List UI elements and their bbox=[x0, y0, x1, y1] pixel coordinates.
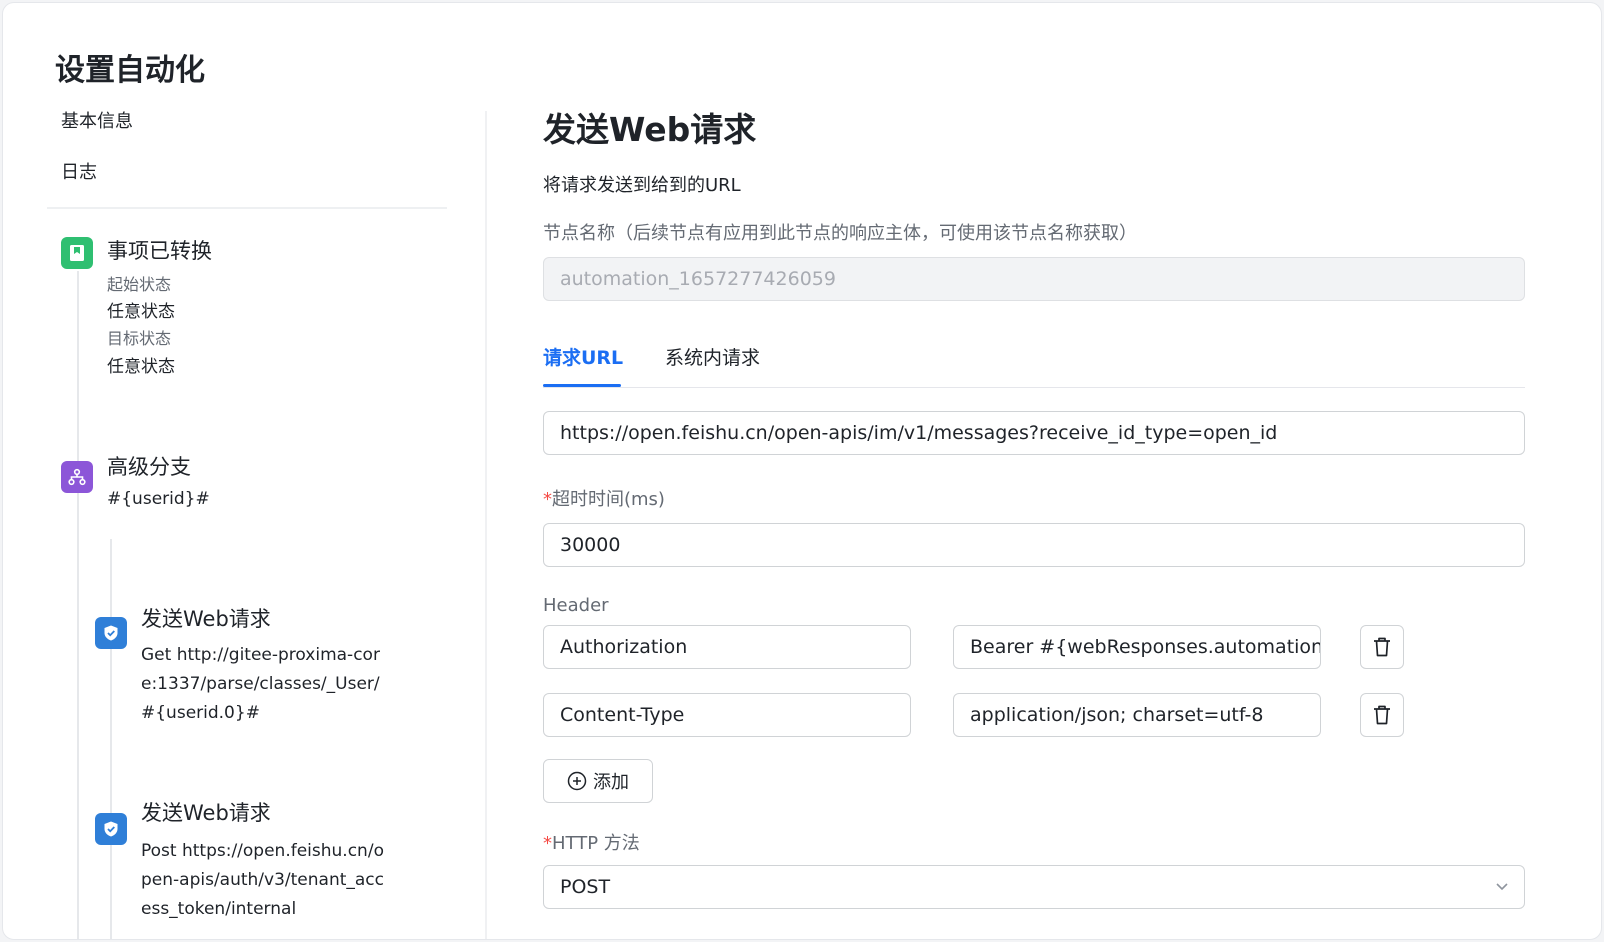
page-title: 设置自动化 bbox=[55, 53, 205, 88]
header-value-input[interactable]: application/json; charset=utf-8 bbox=[953, 693, 1321, 737]
delete-header-button[interactable] bbox=[1360, 625, 1404, 669]
branch-expression: #{userid}# bbox=[107, 489, 210, 509]
chevron-down-icon bbox=[1496, 883, 1508, 891]
trigger-from-value: 任意状态 bbox=[107, 302, 175, 322]
shield-icon bbox=[95, 617, 127, 649]
step-1-title[interactable]: 发送Web请求 bbox=[141, 603, 271, 633]
timeout-label: *超时时间(ms) bbox=[543, 485, 665, 511]
trigger-to-value: 任意状态 bbox=[107, 357, 175, 377]
timeout-label-text: 超时时间(ms) bbox=[552, 489, 665, 510]
form-description: 将请求发送到给到的URL bbox=[543, 175, 741, 196]
plus-circle-icon bbox=[567, 771, 587, 791]
required-mark: * bbox=[543, 489, 552, 510]
tab-internal-request[interactable]: 系统内请求 bbox=[665, 343, 760, 370]
delete-header-button[interactable] bbox=[1360, 693, 1404, 737]
tab-bar-divider bbox=[543, 387, 1525, 388]
add-header-button[interactable]: 添加 bbox=[543, 759, 653, 803]
flow-connector-branch bbox=[110, 539, 112, 939]
trigger-node-title[interactable]: 事项已转换 bbox=[107, 235, 212, 265]
http-method-label-text: HTTP 方法 bbox=[552, 833, 640, 854]
trash-icon bbox=[1374, 637, 1390, 657]
active-tab-indicator bbox=[543, 384, 621, 387]
timeout-input[interactable]: 30000 bbox=[543, 523, 1525, 567]
header-label: Header bbox=[543, 595, 609, 616]
header-value-input[interactable]: Bearer #{webResponses.automation_ bbox=[953, 625, 1321, 669]
nav-divider bbox=[47, 207, 447, 209]
nav-basic-info[interactable]: 基本信息 bbox=[61, 107, 133, 133]
step-1-description: Get http://gitee-proxima-core:1337/parse… bbox=[141, 645, 380, 723]
shield-icon bbox=[95, 813, 127, 845]
panel-divider bbox=[485, 111, 487, 939]
required-mark: * bbox=[543, 833, 552, 854]
bookmark-icon bbox=[61, 237, 93, 269]
branch-node-title[interactable]: 高级分支 bbox=[107, 451, 191, 481]
form-title: 发送Web请求 bbox=[543, 110, 757, 149]
http-method-label: *HTTP 方法 bbox=[543, 829, 640, 855]
header-key-input[interactable]: Content-Type bbox=[543, 693, 911, 737]
trash-icon bbox=[1374, 705, 1390, 725]
trigger-from-label: 起始状态 bbox=[107, 275, 172, 294]
tab-request-url[interactable]: 请求URL bbox=[543, 343, 623, 370]
url-input[interactable]: https://open.feishu.cn/open-apis/im/v1/m… bbox=[543, 411, 1525, 455]
flow-connector-main bbox=[77, 271, 79, 939]
nav-log[interactable]: 日志 bbox=[61, 158, 97, 184]
node-name-field: automation_1657277426059 bbox=[543, 257, 1525, 301]
step-2-title[interactable]: 发送Web请求 bbox=[141, 797, 271, 827]
add-button-label: 添加 bbox=[593, 772, 629, 793]
branch-icon bbox=[61, 461, 93, 493]
node-name-label: 节点名称（后续节点有应用到此节点的响应主体，可使用该节点名称获取） bbox=[543, 223, 1137, 244]
settings-panel: 设置自动化 基本信息 日志 事项已转换 起始状态 任意状态 目标状态 任意状态 … bbox=[2, 2, 1602, 940]
step-2-description: Post https://open.feishu.cn/open-apis/au… bbox=[141, 841, 385, 919]
trigger-to-label: 目标状态 bbox=[107, 329, 172, 348]
header-key-input[interactable]: Authorization bbox=[543, 625, 911, 669]
http-method-value: POST bbox=[560, 876, 611, 898]
http-method-select[interactable]: POST bbox=[543, 865, 1525, 909]
